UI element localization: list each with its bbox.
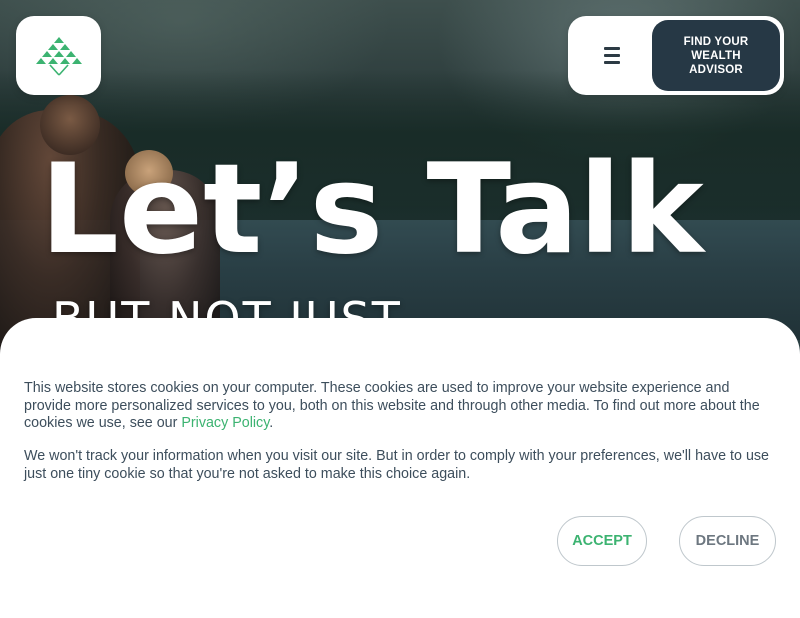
header-nav: FIND YOUR WEALTH ADVISOR bbox=[568, 16, 784, 95]
privacy-policy-link[interactable]: Privacy Policy bbox=[181, 415, 269, 431]
hamburger-menu-icon[interactable] bbox=[598, 42, 626, 68]
cookie-paragraph-1: This website stores cookies on your comp… bbox=[24, 380, 776, 433]
find-advisor-button[interactable]: FIND YOUR WEALTH ADVISOR bbox=[652, 20, 780, 91]
logo-link[interactable] bbox=[16, 16, 101, 95]
cookie-text-1: This website stores cookies on your comp… bbox=[24, 380, 760, 432]
decline-button[interactable]: DECLINE bbox=[679, 516, 776, 566]
cookie-banner: This website stores cookies on your comp… bbox=[0, 318, 800, 618]
accept-button[interactable]: ACCEPT bbox=[557, 516, 647, 566]
cookie-paragraph-2: We won't track your information when you… bbox=[24, 448, 769, 482]
hero-headline: Let’s Talk bbox=[40, 138, 704, 282]
cookie-text-1-end: . bbox=[269, 415, 274, 432]
pine-trees-logo-icon bbox=[35, 36, 82, 76]
